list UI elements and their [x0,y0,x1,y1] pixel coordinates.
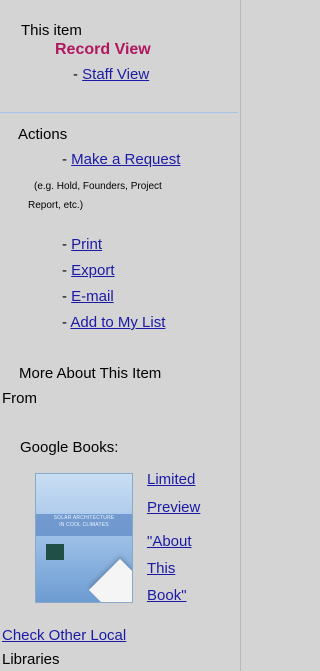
check-other-libraries-link-line2[interactable]: Libraries [2,651,60,669]
about-book-link-line1[interactable]: "About [147,533,192,551]
cover-title-line1: SOLAR ARCHITECTURE [53,515,115,521]
this-item-heading: This item [21,22,82,39]
book-cover-thumbnail[interactable]: SOLAR ARCHITECTURE IN COOL CLIMATES [35,473,133,603]
make-request-item[interactable]: - Make a Request [62,151,180,169]
add-to-list-item[interactable]: - Add to My List [62,314,165,332]
email-link[interactable]: E-mail [71,288,114,305]
google-books-label: Google Books: [20,439,119,456]
export-item[interactable]: - Export [62,262,115,280]
print-item[interactable]: - Print [62,236,102,254]
cover-image-block [46,544,64,560]
about-book-link-line2[interactable]: This [147,560,175,578]
bullet-dash: - [62,262,72,279]
bullet-dash: - [62,236,72,253]
limited-preview-link-line1[interactable]: Limited [147,471,195,489]
staff-view-item[interactable]: - Staff View [73,66,149,84]
record-view-current: Record View [55,41,151,58]
request-note-line2: Report, etc.) [28,200,84,211]
cover-title: SOLAR ARCHITECTURE IN COOL CLIMATES [42,515,126,529]
about-book-link-line3[interactable]: Book" [147,587,187,605]
email-item[interactable]: - E-mail [62,288,114,306]
cover-title-line2: IN COOL CLIMATES [59,522,109,528]
more-about-heading-line1: More About This Item [19,365,162,382]
section-divider [0,112,238,113]
sidebar-panel: This item Record View - Staff View Actio… [0,0,241,671]
actions-heading: Actions [18,126,68,143]
page-curl-icon [88,558,132,602]
bullet-dash: - [62,288,72,305]
request-note-line1: (e.g. Hold, Founders, Project [34,181,162,192]
bullet-dash: - [73,66,83,83]
add-to-list-link[interactable]: Add to My List [70,314,165,331]
limited-preview-link-line2[interactable]: Preview [147,499,200,517]
panel-border [240,0,241,671]
staff-view-link[interactable]: Staff View [82,66,149,83]
make-request-link[interactable]: Make a Request [71,151,180,168]
bullet-dash: - [62,151,72,168]
more-about-heading-line2: From [2,390,37,407]
check-other-libraries-link-line1[interactable]: Check Other Local [2,627,126,645]
print-link[interactable]: Print [71,236,102,253]
export-link[interactable]: Export [71,262,114,279]
